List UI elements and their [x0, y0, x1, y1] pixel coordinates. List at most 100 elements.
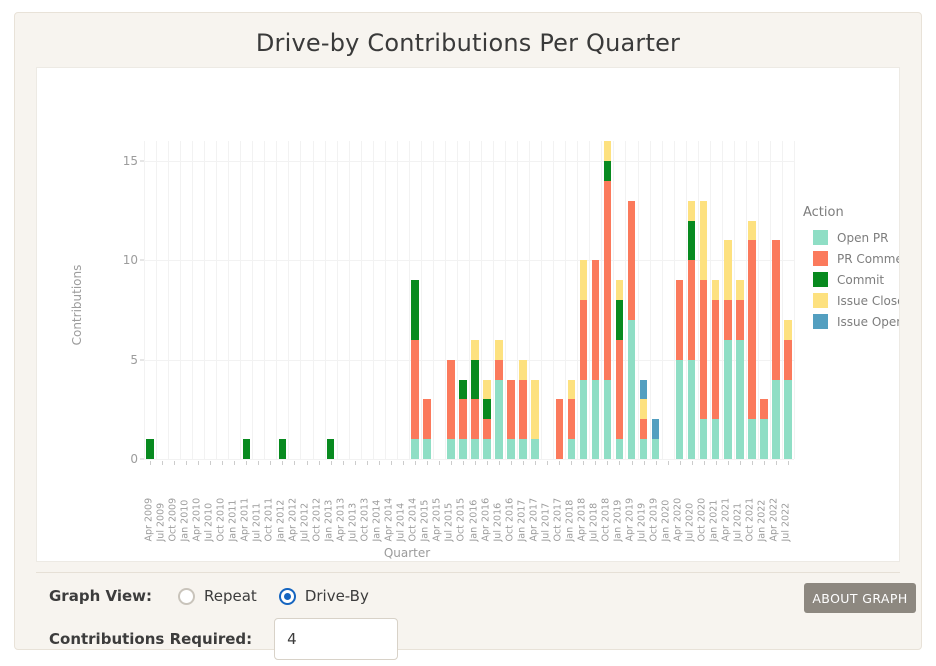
legend-item[interactable]: Commit: [803, 269, 899, 290]
bar-segment[interactable]: [507, 380, 514, 440]
bar-segment[interactable]: [483, 419, 490, 439]
bar-stack[interactable]: [568, 380, 575, 460]
bar-segment[interactable]: [411, 340, 418, 439]
bar-segment[interactable]: [748, 240, 755, 419]
bar-stack[interactable]: [592, 260, 599, 459]
bar-segment[interactable]: [495, 360, 502, 380]
bar-segment[interactable]: [784, 320, 791, 340]
bar-segment[interactable]: [676, 360, 683, 459]
bar-segment[interactable]: [580, 260, 587, 300]
bar-stack[interactable]: [531, 380, 538, 460]
bar-segment[interactable]: [495, 340, 502, 360]
bar-stack[interactable]: [748, 221, 755, 460]
bar-segment[interactable]: [519, 439, 526, 459]
bar-segment[interactable]: [519, 380, 526, 440]
bar-segment[interactable]: [471, 439, 478, 459]
bar-segment[interactable]: [712, 280, 719, 300]
bar-segment[interactable]: [327, 439, 334, 459]
radio-option-drive-by[interactable]: Drive-By: [279, 587, 369, 605]
bar-segment[interactable]: [459, 380, 466, 400]
bar-segment[interactable]: [459, 399, 466, 439]
bar-segment[interactable]: [616, 340, 623, 439]
bar-segment[interactable]: [748, 419, 755, 459]
bar-segment[interactable]: [676, 280, 683, 360]
bar-segment[interactable]: [604, 181, 611, 380]
bar-segment[interactable]: [423, 399, 430, 439]
bar-segment[interactable]: [531, 380, 538, 440]
bar-stack[interactable]: [146, 439, 153, 459]
bar-stack[interactable]: [411, 280, 418, 459]
bar-stack[interactable]: [712, 280, 719, 459]
legend-item[interactable]: Issue Closed: [803, 290, 899, 311]
bar-stack[interactable]: [447, 360, 454, 459]
bar-segment[interactable]: [784, 380, 791, 460]
bar-segment[interactable]: [243, 439, 250, 459]
bar-stack[interactable]: [616, 280, 623, 459]
bar-stack[interactable]: [483, 380, 490, 460]
bar-segment[interactable]: [616, 280, 623, 300]
bar-segment[interactable]: [640, 419, 647, 439]
bar-segment[interactable]: [531, 439, 538, 459]
bar-stack[interactable]: [736, 280, 743, 459]
contributions-required-input[interactable]: [274, 618, 398, 660]
bar-stack[interactable]: [423, 399, 430, 459]
bar-segment[interactable]: [688, 360, 695, 459]
bar-segment[interactable]: [700, 280, 707, 419]
radio-selected-icon[interactable]: [279, 588, 296, 605]
bar-stack[interactable]: [243, 439, 250, 459]
bar-segment[interactable]: [507, 439, 514, 459]
bar-segment[interactable]: [640, 380, 647, 400]
bar-segment[interactable]: [568, 380, 575, 400]
radio-unselected-icon[interactable]: [178, 588, 195, 605]
bar-segment[interactable]: [736, 340, 743, 459]
bar-segment[interactable]: [712, 419, 719, 459]
bar-segment[interactable]: [604, 141, 611, 161]
bar-segment[interactable]: [471, 360, 478, 400]
bar-segment[interactable]: [652, 439, 659, 459]
bar-segment[interactable]: [616, 439, 623, 459]
legend-item[interactable]: Issue Opened: [803, 311, 899, 332]
bar-stack[interactable]: [507, 380, 514, 460]
bar-stack[interactable]: [784, 320, 791, 459]
bar-stack[interactable]: [519, 360, 526, 459]
bar-segment[interactable]: [748, 221, 755, 241]
radio-option-repeat[interactable]: Repeat: [178, 587, 257, 605]
bar-segment[interactable]: [471, 340, 478, 360]
bar-segment[interactable]: [495, 380, 502, 460]
bar-segment[interactable]: [592, 260, 599, 379]
bar-segment[interactable]: [688, 221, 695, 261]
bar-segment[interactable]: [652, 419, 659, 439]
bar-segment[interactable]: [724, 340, 731, 459]
bar-segment[interactable]: [640, 399, 647, 419]
bar-segment[interactable]: [700, 201, 707, 281]
bar-segment[interactable]: [724, 300, 731, 340]
legend-item[interactable]: PR Comment: [803, 248, 899, 269]
bar-segment[interactable]: [736, 280, 743, 300]
bar-segment[interactable]: [279, 439, 286, 459]
graph-view-radio-group[interactable]: Repeat Drive-By: [178, 587, 391, 605]
bar-segment[interactable]: [772, 240, 779, 379]
bar-segment[interactable]: [604, 161, 611, 181]
legend-item[interactable]: Open PR: [803, 227, 899, 248]
bar-stack[interactable]: [556, 399, 563, 459]
bar-stack[interactable]: [604, 141, 611, 459]
bar-segment[interactable]: [580, 300, 587, 380]
bar-segment[interactable]: [688, 201, 695, 221]
bar-stack[interactable]: [628, 201, 635, 459]
bar-segment[interactable]: [760, 419, 767, 459]
bar-segment[interactable]: [483, 439, 490, 459]
bar-segment[interactable]: [483, 399, 490, 419]
bar-segment[interactable]: [700, 419, 707, 459]
bar-segment[interactable]: [616, 300, 623, 340]
bar-segment[interactable]: [604, 380, 611, 460]
bar-segment[interactable]: [568, 439, 575, 459]
bar-segment[interactable]: [784, 340, 791, 380]
bar-segment[interactable]: [459, 439, 466, 459]
bar-stack[interactable]: [772, 240, 779, 459]
bar-segment[interactable]: [688, 260, 695, 359]
bar-segment[interactable]: [447, 439, 454, 459]
bar-stack[interactable]: [459, 380, 466, 460]
bar-segment[interactable]: [628, 201, 635, 320]
bar-segment[interactable]: [628, 320, 635, 459]
bar-segment[interactable]: [736, 300, 743, 340]
